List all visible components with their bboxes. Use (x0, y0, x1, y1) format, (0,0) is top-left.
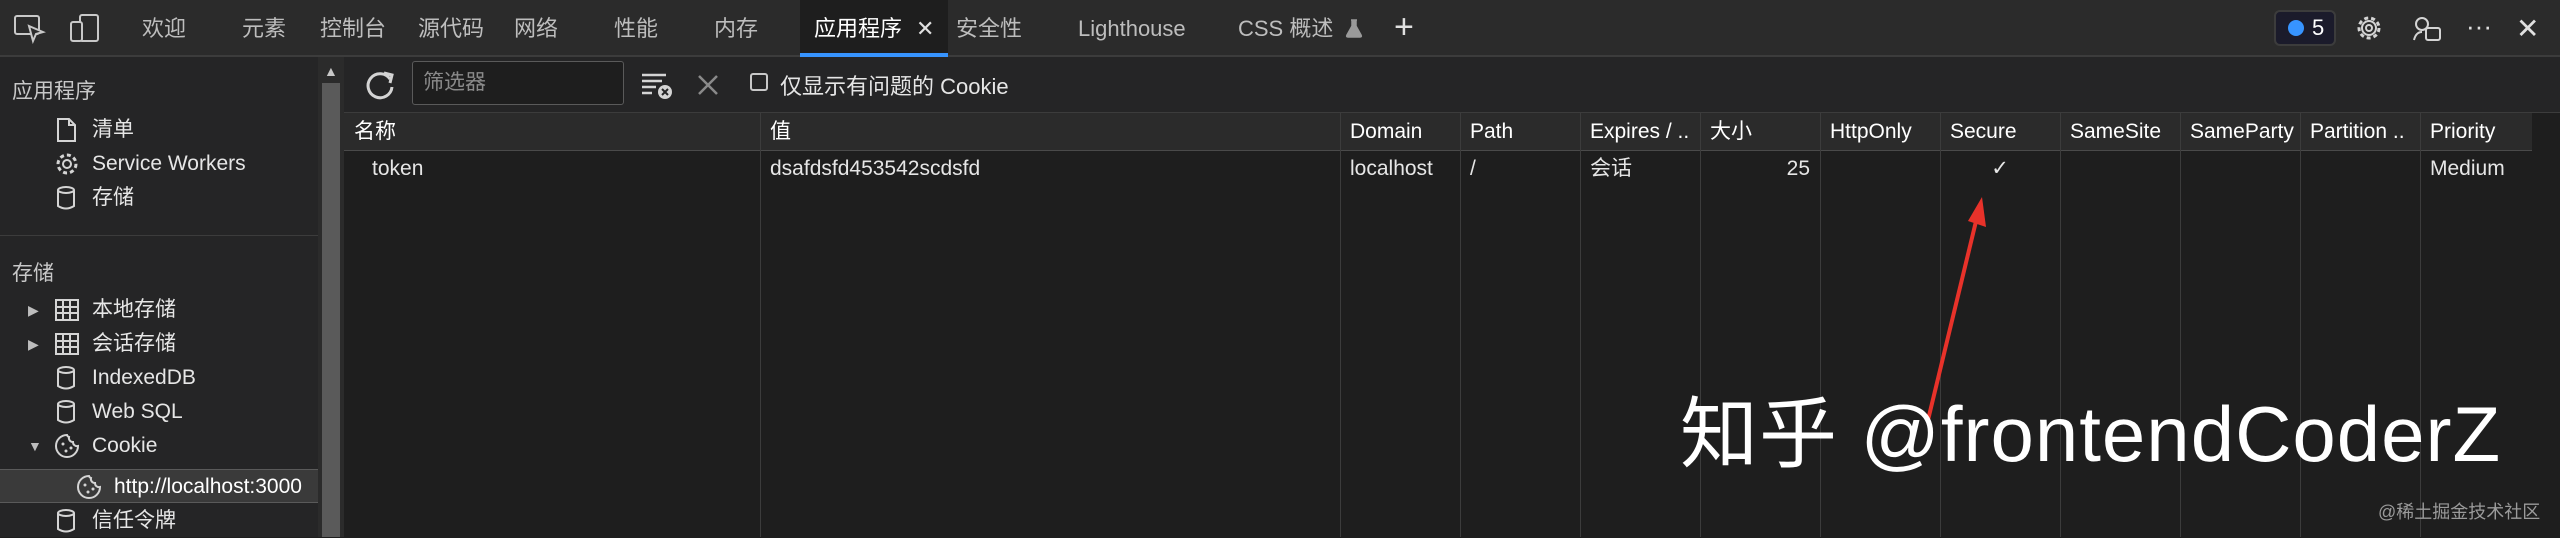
sidebar-item-label: 信任令牌 (92, 509, 176, 532)
filter-input[interactable] (412, 61, 624, 105)
sidebar-item-label: 本地存储 (92, 298, 176, 321)
cookie-toolbar: 仅显示有问题的 Cookie (344, 57, 2560, 113)
sidebar-scrollbar-thumb[interactable] (322, 83, 340, 537)
tab-welcome[interactable]: 欢迎 (142, 0, 186, 55)
devtools-tab-bar: 欢迎 元素 控制台 源代码 网络 性能 内存 应用程序 ✕ 安全性 Lightho… (0, 0, 2560, 57)
tab-performance[interactable]: 性能 (614, 0, 658, 55)
tab-console[interactable]: 控制台 (320, 0, 386, 55)
tab-application[interactable]: 应用程序 ✕ (800, 0, 949, 57)
collapse-triangle-icon[interactable]: ▼ (28, 429, 42, 463)
tab-lighthouse[interactable]: Lighthouse (1078, 0, 1186, 55)
cell-sameparty[interactable] (2180, 151, 2190, 187)
cell-domain[interactable]: localhost (1340, 151, 1433, 187)
sidebar-item-label: http://localhost:3000 (114, 475, 302, 498)
device-emulation-icon[interactable] (68, 12, 102, 44)
table-icon (55, 299, 79, 321)
database-icon (57, 400, 75, 424)
cell-samesite[interactable] (2060, 151, 2070, 187)
document-icon (57, 118, 76, 142)
close-devtools-button[interactable]: ✕ (2516, 0, 2539, 55)
section-title-storage: 存储 (12, 262, 54, 285)
column-header-samesite[interactable]: SameSite (2060, 113, 2180, 151)
cell-httponly[interactable] (1820, 151, 1830, 187)
table-scrollbar[interactable] (2532, 113, 2560, 537)
sidebar-item-label: Web SQL (92, 400, 183, 423)
sidebar-item-label: Cookie (92, 434, 158, 457)
database-icon (57, 366, 75, 390)
cookie-icon (77, 474, 102, 499)
cell-secure[interactable]: ✓ (1940, 151, 2060, 187)
more-options-button[interactable]: ··· (2466, 0, 2492, 55)
column-header-httponly[interactable]: HttpOnly (1820, 113, 1940, 151)
clear-all-cookies-icon[interactable] (640, 69, 674, 101)
gear-icon[interactable] (2352, 12, 2386, 44)
only-issues-checkbox[interactable] (750, 73, 768, 91)
table-icon (55, 333, 79, 355)
cell-partition-key[interactable] (2300, 151, 2310, 187)
tab-sources[interactable]: 源代码 (418, 0, 484, 55)
table-header: 名称 值 Domain Path Expires / .. 大小 HttpOnl… (344, 113, 2560, 151)
column-header-value[interactable]: 值 (760, 113, 1114, 151)
expand-triangle-icon[interactable]: ▶ (28, 293, 39, 327)
database-icon (57, 186, 75, 210)
tab-network[interactable]: 网络 (514, 0, 558, 55)
scroll-up-arrow-icon[interactable]: ▲ (324, 63, 338, 79)
inspect-element-icon[interactable] (12, 12, 46, 44)
tab-elements[interactable]: 元素 (242, 0, 286, 55)
issues-counter-button[interactable]: 5 (2274, 10, 2336, 46)
tab-css-overview-label: CSS 概述 (1238, 16, 1334, 41)
application-sidebar: 应用程序 清单 Service Workers 存储 存储 ▶ 本地存储 ▶ 会… (0, 57, 319, 537)
cell-name[interactable]: token (362, 151, 423, 187)
column-header-path[interactable]: Path (1460, 113, 1580, 151)
gear-icon (56, 153, 78, 175)
issues-count: 5 (2312, 15, 2325, 40)
watermark: 知乎 @frontendCoderZ (1680, 390, 2502, 478)
sidebar-item-label: 会话存储 (92, 332, 176, 355)
flask-icon (1346, 19, 1363, 38)
column-header-domain[interactable]: Domain (1340, 113, 1460, 151)
close-icon[interactable]: ✕ (916, 16, 934, 41)
refresh-icon[interactable] (362, 67, 398, 103)
column-header-secure[interactable]: Secure (1940, 113, 2060, 151)
cell-size[interactable]: 25 (1700, 151, 1820, 187)
cell-value[interactable]: dsafdsfd453542scdsfd (760, 151, 980, 187)
only-issues-label: 仅显示有问题的 Cookie (780, 74, 1009, 99)
column-header-sameparty[interactable]: SameParty (2180, 113, 2300, 151)
sidebar-item-label: Service Workers (92, 152, 246, 175)
tab-css-overview[interactable]: CSS 概述 (1238, 0, 1363, 55)
cell-priority[interactable]: Medium (2420, 151, 2505, 187)
expand-triangle-icon[interactable]: ▶ (28, 327, 39, 361)
add-tab-button[interactable]: + (1394, 0, 1414, 55)
column-header-partition-key[interactable]: Partition .. (2300, 113, 2420, 151)
sidebar-item-label: 存储 (92, 186, 134, 209)
cookie-icon (55, 433, 80, 458)
sidebar-item-label: 清单 (92, 118, 134, 141)
cell-expires[interactable]: 会话 (1580, 151, 1632, 187)
watermark-small: @稀土掘金技术社区 (2378, 502, 2541, 522)
tab-application-label: 应用程序 (814, 16, 903, 41)
tab-security[interactable]: 安全性 (956, 0, 1022, 55)
column-header-size[interactable]: 大小 (1700, 113, 1820, 151)
sidebar-item-label: IndexedDB (92, 366, 196, 389)
sidebar-divider (0, 235, 318, 236)
delete-selected-icon[interactable] (696, 73, 720, 97)
tab-memory[interactable]: 内存 (714, 0, 758, 55)
column-header-priority[interactable]: Priority (2420, 113, 2540, 151)
column-header-name[interactable]: 名称 (344, 113, 760, 151)
cell-path[interactable]: / (1460, 151, 1476, 187)
message-icon (2288, 20, 2304, 36)
column-header-expires[interactable]: Expires / .. (1580, 113, 1700, 151)
section-title-application: 应用程序 (12, 80, 96, 103)
database-icon (57, 509, 75, 533)
feedback-icon[interactable] (2410, 12, 2444, 44)
